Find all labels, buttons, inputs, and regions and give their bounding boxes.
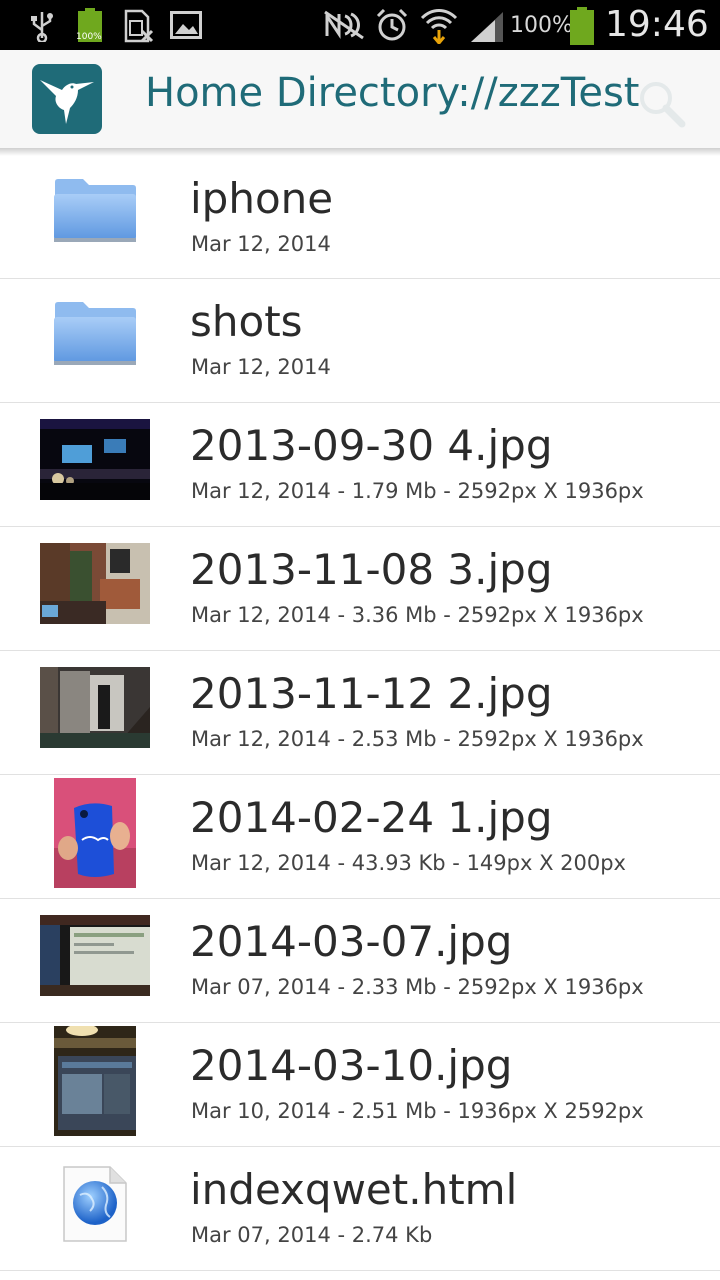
file-name: indexqwet.html bbox=[190, 1165, 518, 1214]
list-item[interactable]: 2013-11-08 3.jpg Mar 12, 2014 - 3.36 Mb … bbox=[0, 527, 720, 651]
clock: 19:46 bbox=[605, 4, 709, 45]
battery-percent: 100% bbox=[510, 13, 573, 38]
search-icon bbox=[640, 82, 686, 128]
file-meta: Mar 12, 2014 - 2.53 Mb - 2592px X 1936px bbox=[191, 727, 644, 751]
sim-blocked-icon bbox=[124, 9, 154, 47]
list-item[interactable]: 2013-09-30 4.jpg Mar 12, 2014 - 1.79 Mb … bbox=[0, 403, 720, 527]
list-item[interactable]: 2014-03-10.jpg Mar 10, 2014 - 2.51 Mb - … bbox=[0, 1023, 720, 1147]
signal-icon bbox=[469, 10, 505, 46]
nfc-muted-icon bbox=[323, 10, 365, 44]
image-thumbnail bbox=[40, 543, 150, 624]
alarm-icon bbox=[375, 8, 409, 46]
status-bar: 100% 100% 19:46 bbox=[0, 0, 720, 50]
file-meta: Mar 12, 2014 bbox=[191, 232, 331, 256]
file-name: 2013-11-08 3.jpg bbox=[190, 545, 553, 594]
list-item[interactable]: iphone Mar 12, 2014 bbox=[0, 156, 720, 279]
file-name: 2014-02-24 1.jpg bbox=[190, 793, 553, 842]
file-name: 2014-03-10.jpg bbox=[190, 1041, 513, 1090]
list-item[interactable]: indexqwet.html Mar 07, 2014 - 2.74 Kb bbox=[0, 1147, 720, 1271]
list-item[interactable]: 2014-03-07.jpg Mar 07, 2014 - 2.33 Mb - … bbox=[0, 899, 720, 1023]
html-file-icon bbox=[62, 1165, 128, 1243]
file-meta: Mar 12, 2014 - 43.93 Kb - 149px X 200px bbox=[191, 851, 626, 875]
usb-icon bbox=[30, 10, 54, 46]
image-thumbnail bbox=[54, 1026, 136, 1136]
file-meta: Mar 10, 2014 - 2.51 Mb - 1936px X 2592px bbox=[191, 1099, 644, 1123]
list-item[interactable]: 2014-02-24 1.jpg Mar 12, 2014 - 43.93 Kb… bbox=[0, 775, 720, 899]
list-item[interactable]: 2013-11-12 2.jpg Mar 12, 2014 - 2.53 Mb … bbox=[0, 651, 720, 775]
file-name: iphone bbox=[190, 174, 334, 223]
image-thumbnail bbox=[54, 778, 136, 888]
list-item[interactable]: shots Mar 12, 2014 bbox=[0, 279, 720, 403]
page-title: Home Directory://zzzTest bbox=[145, 70, 640, 116]
action-bar-shadow bbox=[0, 148, 720, 156]
hummingbird-logo bbox=[40, 80, 94, 124]
file-meta: Mar 07, 2014 - 2.74 Kb bbox=[191, 1223, 433, 1247]
image-icon bbox=[170, 11, 202, 43]
search-button[interactable] bbox=[636, 78, 688, 130]
file-meta: Mar 12, 2014 bbox=[191, 355, 331, 379]
file-meta: Mar 12, 2014 - 1.79 Mb - 2592px X 1936px bbox=[191, 479, 644, 503]
image-thumbnail bbox=[40, 667, 150, 748]
action-bar: Home Directory://zzzTest bbox=[0, 50, 720, 148]
folder-icon bbox=[53, 301, 137, 367]
image-thumbnail bbox=[40, 419, 150, 500]
folder-icon bbox=[53, 178, 137, 244]
file-list: iphone Mar 12, 2014 shots Mar 12, 2014 2… bbox=[0, 156, 720, 1271]
app-logo[interactable] bbox=[32, 64, 102, 134]
file-meta: Mar 07, 2014 - 2.33 Mb - 2592px X 1936px bbox=[191, 975, 644, 999]
battery-small-label: 100% bbox=[76, 32, 102, 42]
file-meta: Mar 12, 2014 - 3.36 Mb - 2592px X 1936px bbox=[191, 603, 644, 627]
battery-icon bbox=[569, 7, 595, 49]
file-name: 2013-09-30 4.jpg bbox=[190, 421, 553, 470]
image-thumbnail bbox=[40, 915, 150, 996]
wifi-icon bbox=[420, 6, 458, 48]
file-name: shots bbox=[190, 297, 303, 346]
file-name: 2014-03-07.jpg bbox=[190, 917, 513, 966]
file-name: 2013-11-12 2.jpg bbox=[190, 669, 553, 718]
